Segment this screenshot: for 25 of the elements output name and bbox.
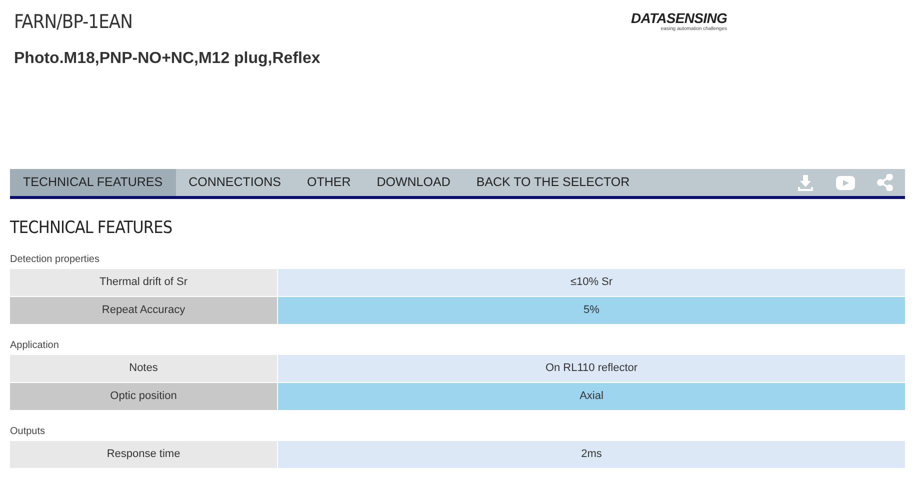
nav-tab[interactable]: DOWNLOAD bbox=[364, 169, 464, 196]
section-title: TECHNICAL FEATURES bbox=[10, 217, 174, 239]
share-icon[interactable] bbox=[877, 174, 893, 191]
product-code: FARN/BP-1EAN bbox=[14, 10, 134, 35]
video-play-icon[interactable] bbox=[836, 176, 855, 190]
property-value-cell: 2ms bbox=[278, 441, 905, 468]
group-heading: Application bbox=[10, 340, 60, 352]
nav-tab[interactable]: OTHER bbox=[294, 169, 364, 196]
property-value-cell: ≤10% Sr bbox=[278, 269, 905, 296]
nav-tab[interactable]: TECHNICAL FEATURES bbox=[10, 169, 176, 196]
group-heading: Detection properties bbox=[10, 254, 100, 266]
logo: DATASENSING bbox=[631, 10, 727, 26]
property-label-cell: Thermal drift of Sr bbox=[10, 269, 278, 296]
property-label-cell: Notes bbox=[10, 355, 278, 382]
property-label-cell: Response time bbox=[10, 441, 278, 468]
property-label-cell: Repeat Accuracy bbox=[10, 297, 278, 324]
download-icon[interactable] bbox=[797, 174, 814, 191]
property-value-cell: Axial bbox=[278, 383, 905, 410]
property-label-cell: Optic position bbox=[10, 383, 278, 410]
property-value-cell: 5% bbox=[278, 297, 905, 324]
nav-tab[interactable]: CONNECTIONS bbox=[176, 169, 294, 196]
group-heading: Outputs bbox=[10, 426, 46, 438]
nav-tab[interactable]: BACK TO THE SELECTOR bbox=[463, 169, 643, 196]
product-description: Photo.M18,PNP-NO+NC,M12 plug,Reflex bbox=[14, 49, 320, 69]
property-value-cell: On RL110 reflector bbox=[278, 355, 905, 382]
